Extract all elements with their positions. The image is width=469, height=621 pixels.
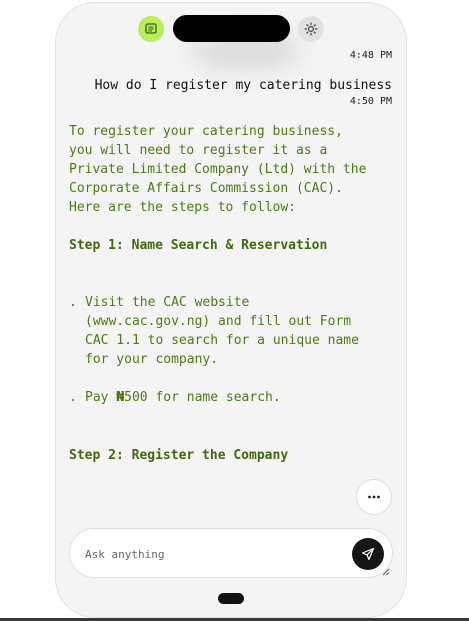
list-item-suffix: 500 for name search. [124,390,281,405]
chat-icon [145,23,157,34]
user-message-timestamp: 4:48 PM [349,50,392,61]
message-composer [69,528,393,578]
send-icon [361,547,375,561]
more-options-button[interactable] [356,479,392,515]
home-indicator [218,593,244,604]
assistant-reply: To register your catering business, you … [69,122,389,465]
bullet-marker: . [69,295,77,310]
list-item-line: (www.cac.gov.ng) and fill out Form [85,314,352,329]
step-1-heading: Step 1: Name Search & Reservation [69,238,328,253]
list-item-text: Pay ₦500 for name search. [85,388,281,407]
resize-handle-icon[interactable] [382,568,390,576]
reply-intro-line: Private Limited Company (Ltd) with the [69,162,367,177]
list-item-line: Visit the CAC website [85,295,250,310]
reply-intro-line: Here are the steps to follow: [69,200,296,215]
list-item-line: CAC 1.1 to search for a unique name [85,333,359,348]
list-item-prefix: Pay [85,390,117,405]
theme-toggle-button[interactable] [298,16,324,42]
list-item-text: Visit the CAC website (www.cac.gov.ng) a… [85,293,359,369]
list-item: . Visit the CAC website (www.cac.gov.ng)… [69,293,389,369]
step-2-heading: Step 2: Register the Company [69,448,289,463]
reply-intro-line: you will need to register it as a [69,143,328,158]
reply-timestamp: 4:50 PM [349,96,392,107]
bullet-marker: . [69,390,77,405]
message-input[interactable] [83,544,337,564]
list-item-line: for your company. [85,352,219,367]
dynamic-island [173,15,290,42]
chat-toggle-button[interactable] [138,16,164,42]
list-item: . Pay ₦500 for name search. [69,388,389,407]
reply-intro-line: Corporate Affairs Commission (CAC). [69,181,343,196]
send-button[interactable] [352,538,384,570]
phone-frame: 4:48 PM How do I register my catering bu… [55,2,407,618]
user-message: How do I register my catering business [94,78,392,93]
reply-intro-line: To register your catering business, [69,124,343,139]
sun-icon [304,22,318,36]
ellipsis-icon [368,495,380,499]
naira-symbol: ₦ [116,390,125,405]
